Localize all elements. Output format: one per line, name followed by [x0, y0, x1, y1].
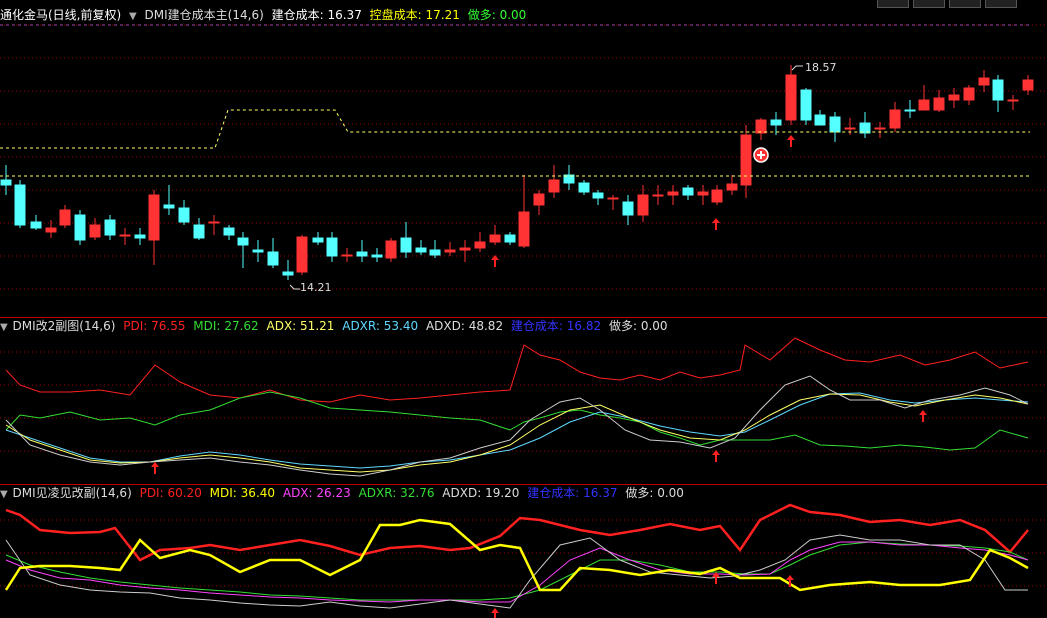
candle-body: [45, 227, 57, 233]
candle-body: [59, 209, 71, 226]
candle-body: [14, 184, 26, 226]
candle-body: [252, 249, 264, 253]
candle-body: [1007, 99, 1019, 102]
candle-body: [74, 214, 86, 241]
candle-body: [652, 194, 664, 197]
candle-body: [992, 79, 1004, 101]
candle-body: [312, 237, 324, 243]
candle-body: [104, 219, 116, 236]
candle-body: [948, 94, 960, 101]
candle-body: [548, 179, 560, 193]
candle-body: [208, 221, 220, 224]
candle-body: [963, 87, 975, 101]
candle-body: [637, 194, 649, 216]
candle-body: [904, 109, 916, 112]
candle-body: [148, 194, 160, 241]
candle-body: [30, 221, 42, 229]
candle-body: [134, 234, 146, 239]
candle-body: [592, 192, 604, 199]
candle-body: [267, 251, 279, 266]
candle-body: [622, 201, 634, 216]
candle-body: [533, 193, 545, 206]
candle-body: [874, 127, 886, 130]
candle-body: [474, 241, 486, 249]
candle-body: [282, 271, 294, 276]
candle-body: [237, 237, 249, 246]
candle-body: [193, 224, 205, 239]
candle-body: [400, 237, 412, 253]
panel3-mdi-line: [4, 518, 1029, 592]
low-label-pointer: [289, 284, 300, 290]
candle-body: [371, 254, 383, 258]
candle-body: [326, 237, 338, 257]
candle-body: [814, 114, 826, 126]
candle-body: [578, 182, 590, 193]
candle-body: [429, 249, 441, 256]
candle-body: [785, 74, 797, 121]
candle-body: [682, 187, 694, 196]
candle-body: [770, 119, 782, 126]
candle-body: [518, 211, 530, 247]
candle-body: [978, 77, 990, 86]
high-price-label: 18.57: [805, 61, 837, 74]
candle-body: [740, 134, 752, 186]
candle-body: [444, 249, 456, 253]
candle-body: [1022, 79, 1034, 91]
candle-body: [844, 127, 856, 130]
candle-body: [89, 224, 101, 238]
candle-body: [296, 236, 308, 273]
panel3-pdi-line: [5, 503, 1029, 562]
low-price-label: 14.21: [300, 281, 332, 294]
candle-body: [0, 179, 12, 186]
candle-body: [711, 189, 723, 203]
candle-body: [829, 116, 841, 133]
candle-body: [163, 204, 175, 209]
candle-body: [459, 247, 471, 251]
candle-body: [726, 183, 738, 191]
candlestick-series: [0, 65, 1034, 280]
panel2-adxr-line: [5, 392, 1029, 469]
candle-body: [356, 251, 368, 257]
candle-body: [755, 119, 767, 134]
candle-body: [697, 191, 709, 196]
candle-body: [918, 99, 930, 111]
candle-body: [489, 234, 501, 243]
panel2-pdi-line: [5, 337, 1029, 403]
candle-body: [119, 234, 131, 237]
panel2-indicator-lines: [5, 337, 1029, 477]
candle-body: [889, 109, 901, 129]
panel3-indicator-lines: [4, 503, 1029, 609]
candle-body: [178, 207, 190, 223]
high-label-pointer: [791, 65, 803, 71]
candle-body: [933, 97, 945, 111]
candle-body: [504, 234, 516, 243]
candle-body: [341, 254, 353, 257]
stock-chart-canvas[interactable]: 18.57 14.21: [0, 0, 1047, 618]
grid-lines: [0, 24, 1047, 587]
panel3-adxd-line: [5, 534, 1028, 609]
candle-body: [223, 227, 235, 236]
candle-body: [800, 89, 812, 121]
candle-body: [607, 197, 619, 200]
candle-body: [667, 191, 679, 196]
candle-body: [415, 247, 427, 253]
candle-body: [385, 240, 397, 259]
panel2-mdi-line: [5, 391, 1029, 451]
